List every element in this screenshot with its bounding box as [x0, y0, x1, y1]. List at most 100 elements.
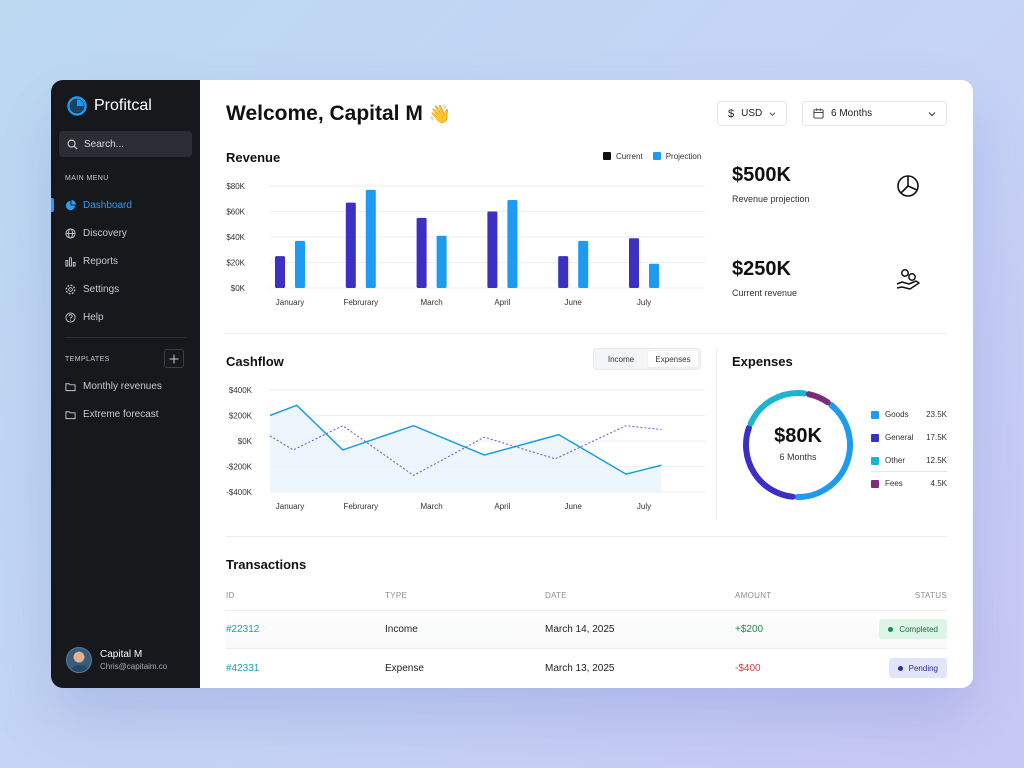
user-name: Capital M	[100, 649, 143, 660]
kpi-label: Current revenue	[732, 288, 798, 298]
x-tick-label: March	[420, 502, 442, 511]
col-header-date[interactable]: DATE	[545, 591, 567, 600]
logo-icon	[67, 96, 87, 116]
row-divider	[226, 648, 947, 649]
sidebar-item-label: Help	[83, 311, 104, 323]
sidebar-item-discovery[interactable]: Discovery	[65, 225, 185, 241]
period-select[interactable]: 6 Months	[802, 101, 947, 126]
template-item-label: Extreme forecast	[83, 408, 159, 420]
sidebar-item-reports[interactable]: Reports	[65, 253, 185, 269]
y-tick-label: $20K	[226, 259, 245, 268]
status-dot	[888, 626, 894, 632]
main-menu-label: MAIN MENU	[65, 175, 109, 182]
col-header-amount[interactable]: AMOUNT	[735, 591, 771, 600]
bar-current	[558, 256, 569, 288]
x-tick-label: March	[420, 298, 442, 307]
col-header-type[interactable]: TYPE	[385, 591, 407, 600]
kpi-value: $500K	[732, 164, 791, 186]
y-tick-label: $0K	[231, 284, 246, 293]
template-item-monthly-revenues[interactable]: Monthly revenues	[65, 378, 185, 394]
expenses-period: 6 Months	[779, 452, 817, 462]
dollar-icon: $	[728, 107, 735, 120]
welcome-text: Welcome, Capital M	[226, 102, 423, 125]
x-tick-label: April	[494, 502, 510, 511]
kpi-current-revenue[interactable]: $250K Current revenue	[717, 241, 947, 318]
tab-expenses[interactable]: Expenses	[648, 351, 698, 367]
user-profile[interactable]: Capital M Chris@capitaim.co	[66, 647, 167, 673]
status-badge: Pending	[888, 658, 947, 678]
globe-icon	[65, 227, 76, 239]
hand-coins-icon	[896, 268, 920, 290]
app-name: Profitcal	[94, 97, 152, 114]
template-item-label: Monthly revenues	[83, 380, 162, 392]
transaction-type: Expense	[385, 663, 424, 674]
template-item-extreme-forecast[interactable]: Extreme forecast	[65, 406, 185, 422]
revenue-chart: $80K $60K $40K $20K $0K January Februrary March…	[226, 182, 705, 307]
sidebar-item-label: Reports	[83, 255, 119, 267]
transaction-type: Income	[385, 624, 418, 635]
sidebar-item-settings[interactable]: Settings	[65, 281, 185, 297]
legend-current: Current	[603, 152, 643, 161]
legend-swatch	[871, 433, 879, 442]
col-header-id[interactable]: ID	[226, 591, 235, 600]
x-tick-label: Februrary	[343, 298, 378, 307]
transaction-id[interactable]: #42331	[226, 663, 259, 674]
avatar	[66, 647, 92, 673]
table-row[interactable]: #22312 Income March 14, 2025 +$200 Compl…	[226, 611, 947, 648]
search-placeholder: Search...	[84, 138, 125, 150]
sidebar-item-dashboard[interactable]: Dashboard	[65, 197, 185, 213]
sidebar-item-label: Dashboard	[83, 199, 132, 211]
user-email: Chris@capitaim.co	[100, 662, 168, 671]
expense-item-other: Other 12.5K	[871, 449, 947, 472]
templates-label: TEMPLATES	[65, 356, 110, 363]
bar-projection	[295, 240, 305, 288]
transaction-id[interactable]: #22312	[226, 624, 259, 635]
gear-icon	[65, 284, 76, 294]
bar-projection	[578, 240, 589, 288]
chevron-down-icon	[928, 111, 936, 116]
sidebar-item-help[interactable]: Help	[65, 309, 185, 325]
status-badge: Completed	[879, 619, 947, 639]
app-window: Profitcal Search... MAIN MENU Dashboard …	[51, 80, 973, 688]
donut-slice-fees	[805, 391, 831, 406]
brand[interactable]: Profitcal	[67, 96, 152, 116]
sidebar: Profitcal Search... MAIN MENU Dashboard …	[51, 80, 200, 688]
y-tick-label: $400K	[229, 386, 253, 395]
bar-projection	[365, 189, 376, 288]
legend-swatch	[871, 456, 879, 465]
bar-current	[275, 256, 285, 288]
x-tick-label: June	[565, 298, 583, 307]
table-row[interactable]: #42331 Expense March 13, 2025 -$400 Pend…	[226, 650, 947, 687]
y-tick-label: $0K	[238, 437, 253, 446]
bar-projection	[436, 235, 447, 288]
cashflow-toggle[interactable]: Income Expenses	[593, 348, 701, 370]
expense-item-general: General 17.5K	[871, 426, 947, 449]
currency-select[interactable]: $ USD	[717, 101, 787, 126]
expenses-title: Expenses	[732, 354, 793, 369]
kpi-revenue-projection[interactable]: $500K Revenue projection	[717, 147, 947, 224]
y-tick-label: $80K	[226, 182, 245, 191]
y-tick-label: -$400K	[226, 488, 252, 497]
section-divider	[226, 333, 947, 334]
active-indicator	[51, 198, 54, 212]
tab-income[interactable]: Income	[596, 351, 646, 367]
transaction-amount: -$400	[735, 663, 761, 674]
search-input[interactable]: Search...	[59, 131, 192, 157]
kpi-icon-box	[884, 256, 932, 303]
main-content: Welcome, Capital M 👋 $ USD 6 Months Reve…	[200, 80, 973, 688]
bar-current	[345, 202, 356, 288]
bar-projection	[649, 263, 659, 288]
folder-icon	[65, 410, 76, 419]
expense-item-fees: Fees 4.5K	[871, 472, 947, 495]
col-header-status[interactable]: STATUS	[915, 591, 947, 600]
y-tick-label: $200K	[229, 412, 253, 421]
transaction-amount: +$200	[735, 624, 764, 635]
transaction-date: March 14, 2025	[545, 624, 615, 635]
x-tick-label: July	[637, 298, 651, 307]
sidebar-item-label: Settings	[83, 283, 120, 295]
x-tick-label: June	[565, 502, 583, 511]
expenses-legend: Goods 23.5K General 17.5K Other 12.5K Fees 4…	[871, 403, 947, 495]
income-area	[270, 405, 662, 492]
folder-icon	[65, 382, 76, 391]
add-template-button[interactable]	[164, 349, 184, 368]
